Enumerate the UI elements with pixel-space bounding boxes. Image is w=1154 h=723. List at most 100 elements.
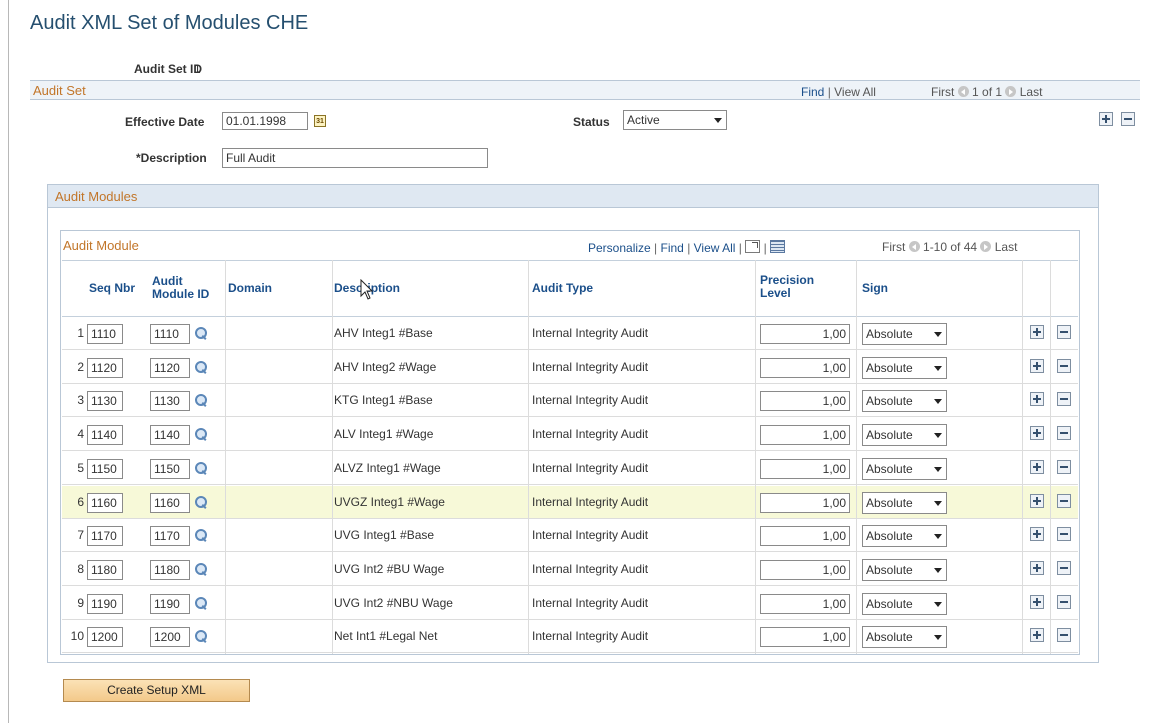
effective-date-field[interactable]: 01.01.1998 [222, 112, 308, 130]
search-icon[interactable] [194, 495, 208, 509]
add-row-button[interactable] [1030, 460, 1044, 474]
add-row-button[interactable] [1030, 561, 1044, 575]
sign-select[interactable]: Absolute [862, 323, 947, 345]
add-row-button[interactable] [1030, 359, 1044, 373]
seq-nbr-field[interactable]: 1190 [87, 594, 123, 614]
delete-row-button[interactable] [1057, 561, 1071, 575]
add-row-button[interactable] [1099, 112, 1113, 126]
new-window-icon[interactable] [745, 240, 761, 253]
precision-level-field[interactable]: 1,00 [760, 594, 850, 614]
audit-module-id-field[interactable]: 1130 [150, 391, 190, 411]
add-row-button[interactable] [1030, 595, 1044, 609]
sign-select[interactable]: Absolute [862, 424, 947, 446]
add-row-button[interactable] [1030, 527, 1044, 541]
add-row-button[interactable] [1030, 325, 1044, 339]
sign-select[interactable]: Absolute [862, 390, 947, 412]
delete-row-button[interactable] [1057, 426, 1071, 440]
audit-type-cell: Internal Integrity Audit [532, 427, 649, 441]
chevron-down-icon [934, 602, 942, 607]
delete-row-button[interactable] [1057, 527, 1071, 541]
sign-select[interactable]: Absolute [862, 525, 947, 547]
delete-row-button[interactable] [1057, 494, 1071, 508]
search-icon[interactable] [194, 596, 208, 610]
col-sign[interactable]: Sign [862, 282, 888, 295]
add-row-button[interactable] [1030, 628, 1044, 642]
audit-module-id-field[interactable]: 1200 [150, 627, 190, 647]
audit-module-id-field[interactable]: 1150 [150, 459, 190, 479]
search-icon[interactable] [194, 427, 208, 441]
seq-nbr-field[interactable]: 1200 [87, 627, 123, 647]
audit-set-find-link[interactable]: Find [801, 85, 824, 99]
search-icon[interactable] [194, 326, 208, 340]
seq-nbr-field[interactable]: 1150 [87, 459, 123, 479]
seq-nbr-field[interactable]: 1180 [87, 560, 123, 580]
search-icon[interactable] [194, 360, 208, 374]
add-row-button[interactable] [1030, 426, 1044, 440]
seq-nbr-field[interactable]: 1140 [87, 425, 123, 445]
delete-row-button[interactable] [1057, 325, 1071, 339]
delete-row-button[interactable] [1057, 595, 1071, 609]
previous-icon[interactable] [957, 86, 969, 97]
next-icon[interactable] [1005, 86, 1017, 97]
precision-level-field[interactable]: 1,00 [760, 358, 850, 378]
chevron-down-icon [934, 366, 942, 371]
row-number: 9 [77, 596, 84, 610]
precision-level-field[interactable]: 1,00 [760, 560, 850, 580]
create-setup-xml-button[interactable]: Create Setup XML [63, 679, 250, 702]
delete-row-button[interactable] [1057, 628, 1071, 642]
add-row-button[interactable] [1030, 494, 1044, 508]
search-icon[interactable] [194, 393, 208, 407]
precision-level-field[interactable]: 1,00 [760, 459, 850, 479]
sign-select[interactable]: Absolute [862, 593, 947, 615]
sign-select[interactable]: Absolute [862, 357, 947, 379]
seq-nbr-field[interactable]: 1160 [87, 493, 123, 513]
status-select[interactable]: Active [623, 110, 727, 130]
description-field[interactable]: Full Audit [222, 148, 488, 168]
search-icon[interactable] [194, 528, 208, 542]
col-precision-level[interactable]: Precision Level [760, 274, 814, 300]
precision-level-field[interactable]: 1,00 [760, 425, 850, 445]
seq-nbr-field[interactable]: 1110 [87, 324, 123, 344]
audit-set-view-all[interactable]: View All [834, 85, 876, 99]
precision-level-field[interactable]: 1,00 [760, 391, 850, 411]
audit-module-id-field[interactable]: 1170 [150, 526, 190, 546]
delete-row-button[interactable] [1121, 112, 1135, 126]
delete-row-button[interactable] [1057, 359, 1071, 373]
audit-module-id-field[interactable]: 1140 [150, 425, 190, 445]
add-row-button[interactable] [1030, 392, 1044, 406]
precision-level-field[interactable]: 1,00 [760, 324, 850, 344]
search-icon[interactable] [194, 562, 208, 576]
audit-module-id-field[interactable]: 1120 [150, 358, 190, 378]
previous-icon[interactable] [908, 241, 920, 252]
precision-level-field[interactable]: 1,00 [760, 627, 850, 647]
personalize-link[interactable]: Personalize [588, 241, 651, 255]
audit-module-id-field[interactable]: 1190 [150, 594, 190, 614]
sign-select[interactable]: Absolute [862, 626, 947, 648]
grid-view-all-link[interactable]: View All [694, 241, 736, 255]
calendar-icon[interactable]: 31 [314, 115, 326, 127]
seq-nbr-field[interactable]: 1130 [87, 391, 123, 411]
spreadsheet-icon[interactable] [770, 240, 786, 253]
search-icon[interactable] [194, 629, 208, 643]
col-domain[interactable]: Domain [228, 282, 272, 295]
sign-select[interactable]: Absolute [862, 492, 947, 514]
precision-level-field[interactable]: 1,00 [760, 526, 850, 546]
col-audit-type[interactable]: Audit Type [532, 282, 593, 295]
col-audit-module-id[interactable]: Audit Module ID [152, 275, 209, 301]
sign-select[interactable]: Absolute [862, 458, 947, 480]
seq-nbr-field[interactable]: 1120 [87, 358, 123, 378]
audit-module-id-field[interactable]: 1110 [150, 324, 190, 344]
grid-find-link[interactable]: Find [661, 241, 684, 255]
col-seq-nbr[interactable]: Seq Nbr [89, 282, 135, 295]
delete-row-button[interactable] [1057, 460, 1071, 474]
col-divider [856, 260, 857, 654]
precision-level-field[interactable]: 1,00 [760, 493, 850, 513]
seq-nbr-field[interactable]: 1170 [87, 526, 123, 546]
delete-row-button[interactable] [1057, 392, 1071, 406]
next-icon[interactable] [980, 241, 992, 252]
sign-select[interactable]: Absolute [862, 559, 947, 581]
search-icon[interactable] [194, 461, 208, 475]
audit-module-id-field[interactable]: 1160 [150, 493, 190, 513]
audit-module-id-field[interactable]: 1180 [150, 560, 190, 580]
chevron-down-icon [934, 467, 942, 472]
